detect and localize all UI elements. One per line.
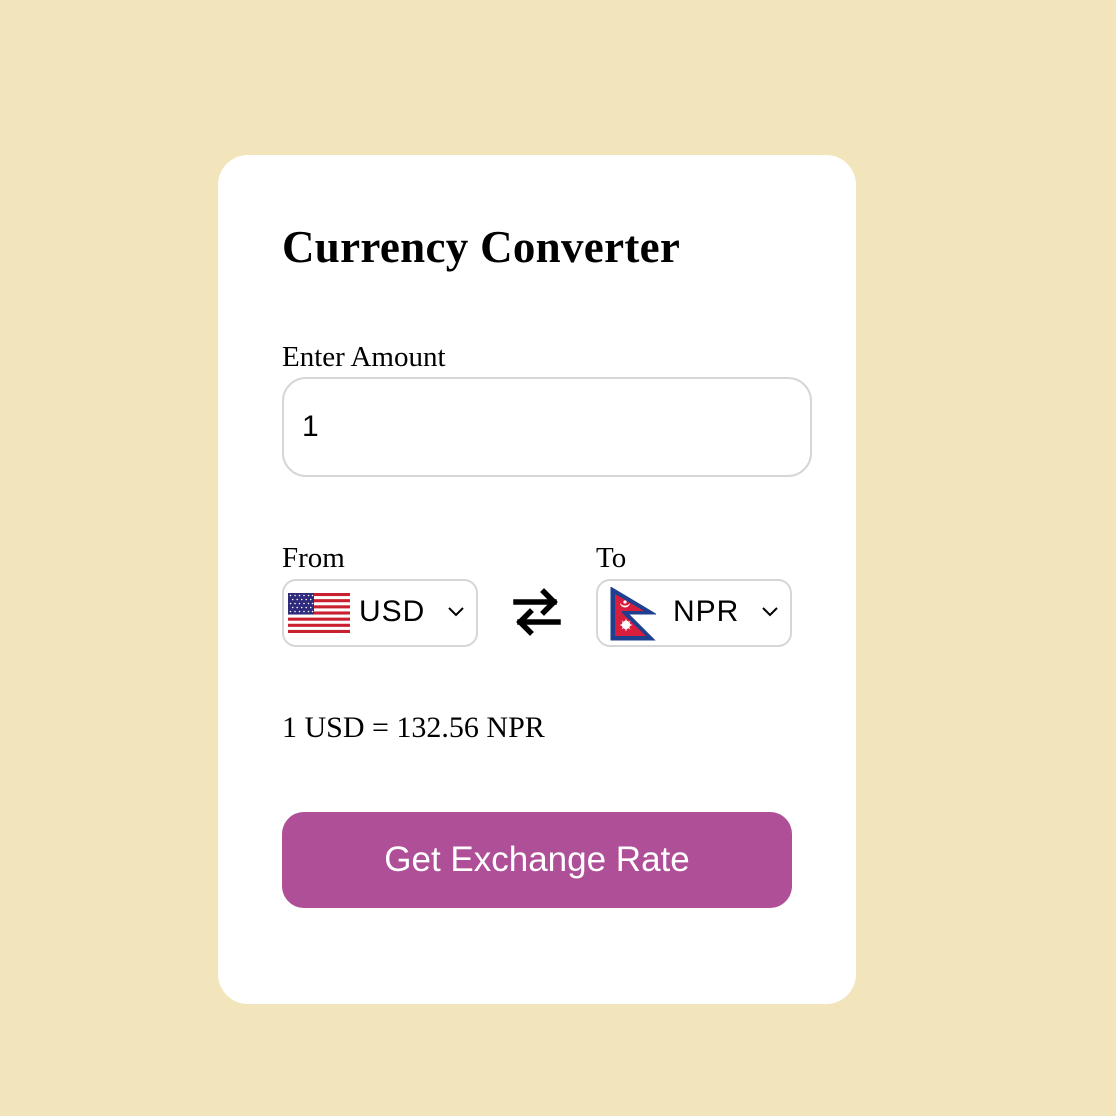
chevron-down-icon xyxy=(762,607,778,617)
from-currency-code: USD xyxy=(359,595,426,628)
nepal-flag-icon xyxy=(610,587,656,641)
amount-label: Enter Amount xyxy=(282,341,446,373)
to-label: To xyxy=(596,542,627,574)
us-flag-icon xyxy=(288,593,350,633)
to-currency-select[interactable]: NPR xyxy=(596,579,792,647)
page-title: Currency Converter xyxy=(282,222,681,272)
swap-arrows-icon[interactable] xyxy=(510,585,564,639)
converter-card: Currency Converter Enter Amount From xyxy=(218,155,856,1004)
to-currency-code: NPR xyxy=(673,595,740,628)
from-label: From xyxy=(282,542,345,574)
from-currency-select[interactable]: USD xyxy=(282,579,478,647)
amount-input[interactable] xyxy=(282,377,812,477)
get-exchange-rate-button[interactable]: Get Exchange Rate xyxy=(282,812,792,908)
chevron-down-icon xyxy=(448,607,464,617)
exchange-rate-result: 1 USD = 132.56 NPR xyxy=(282,711,545,744)
